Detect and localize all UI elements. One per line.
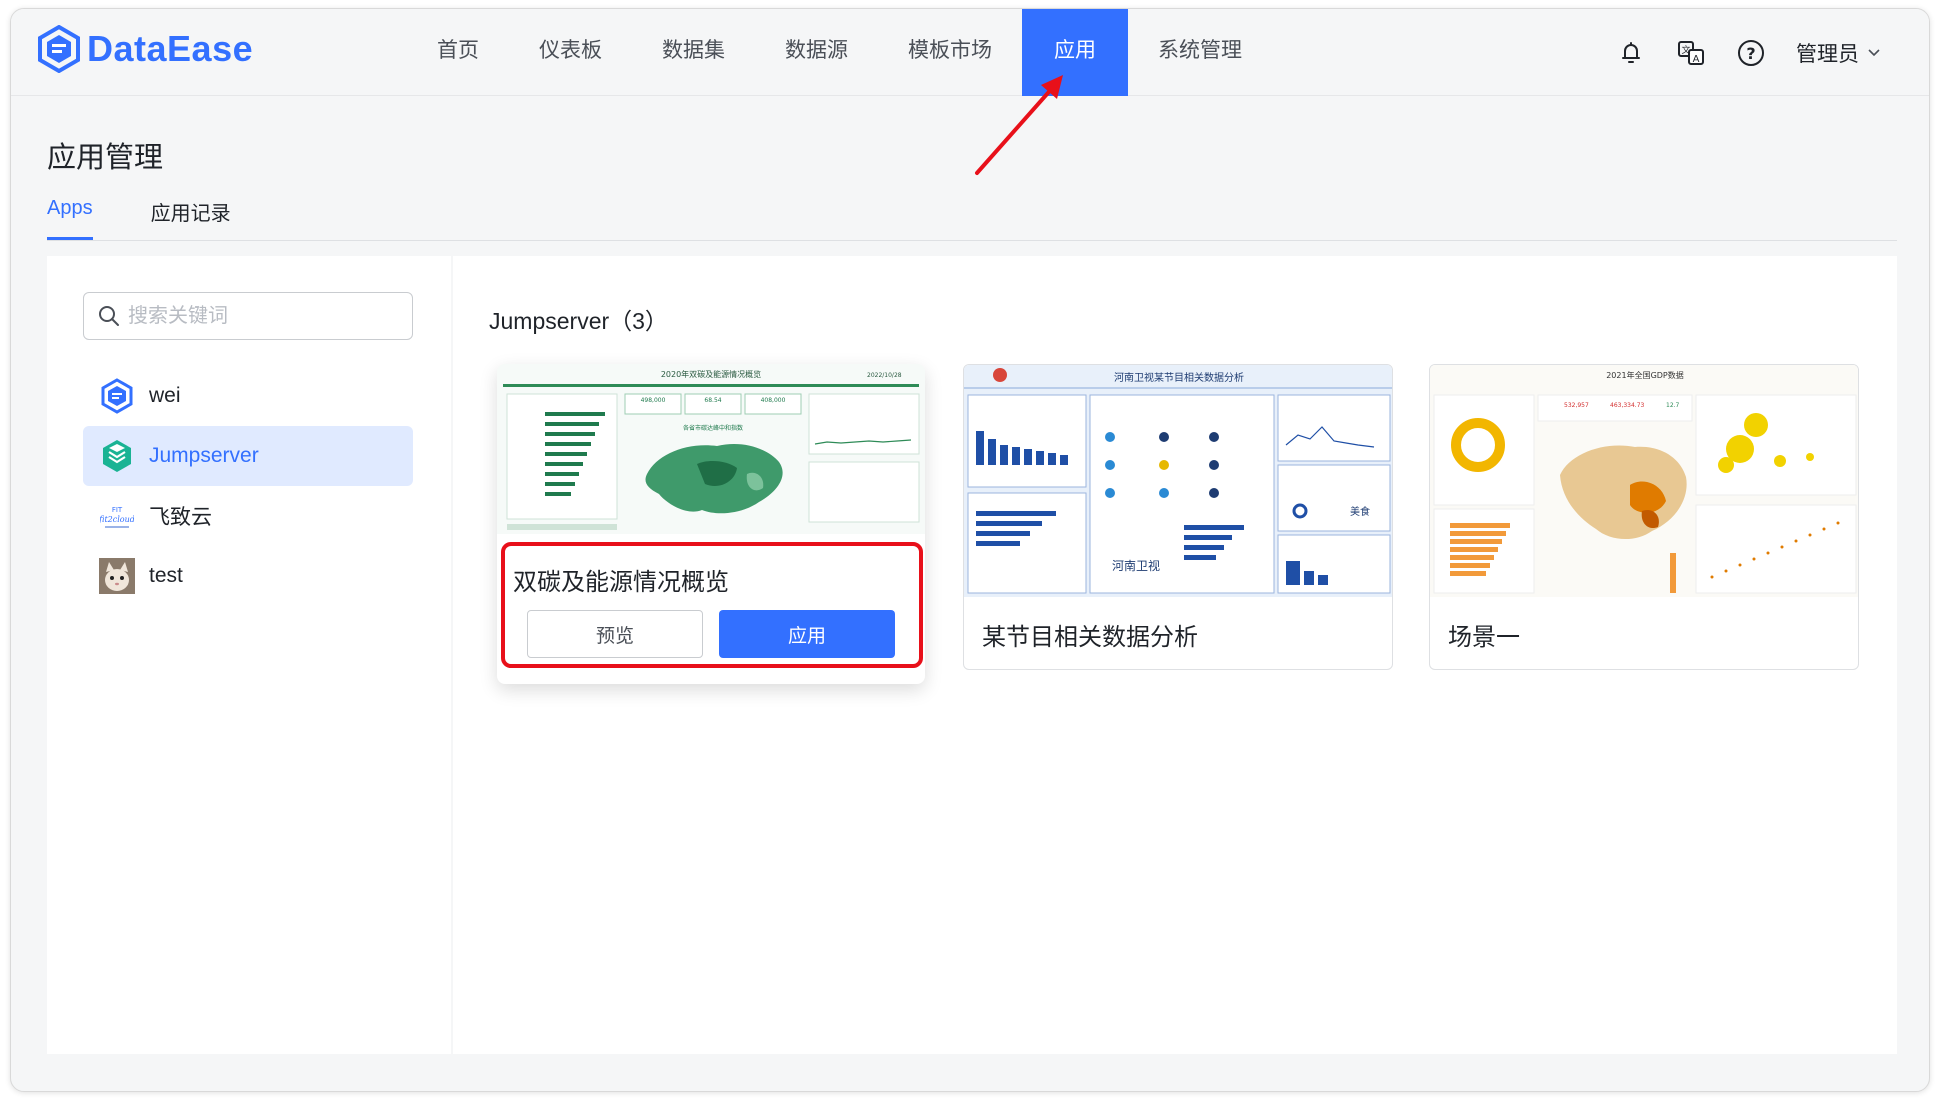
page-title: 应用管理 [47, 142, 164, 174]
thumb-text: 美食 [1350, 505, 1370, 518]
tab-apps[interactable]: Apps [47, 191, 93, 240]
thumb-stat: 532,957 [1564, 402, 1589, 409]
main-nav: 首页 仪表板 数据集 数据源 模板市场 应用 系统管理 [407, 9, 1272, 96]
preview-button[interactable]: 预览 [527, 610, 703, 658]
svg-text:fit2cloud: fit2cloud [100, 515, 134, 524]
nav-home[interactable]: 首页 [407, 9, 509, 96]
thumb-stat: 68.54 [704, 397, 721, 404]
thumb-date: 2022/10/28 [867, 372, 902, 379]
thumb-stat: 498,000 [641, 397, 666, 404]
thumb-title: 2021年全国GDP数据 [1606, 370, 1684, 380]
dataease-logo-icon [38, 25, 80, 73]
template-card-scene[interactable]: 2021年全国GDP数据 532,957 463,334.73 12.7 场景一 [1429, 364, 1859, 670]
template-card-program[interactable]: 河南卫视某节目相关数据分析 河南卫视 美食 某节目相关数据分析 [963, 364, 1393, 670]
card-name: 某节目相关数据分析 [982, 624, 1198, 651]
sidebar-item-label: test [149, 564, 183, 587]
nav-datasource[interactable]: 数据源 [755, 9, 878, 96]
tab-app-records[interactable]: 应用记录 [151, 191, 231, 240]
language-switch-icon[interactable]: A文 [1676, 38, 1706, 68]
page-tabs: Apps 应用记录 [47, 191, 1897, 241]
thumb-stat: 408,000 [761, 397, 786, 404]
chevron-down-icon [1868, 48, 1880, 56]
nav-dataset[interactable]: 数据集 [632, 9, 755, 96]
sidebar-item-test[interactable]: test [83, 546, 413, 606]
logo[interactable]: DataEase [37, 25, 253, 73]
template-content: Jumpserver（3） 2020年双碳及能源情况概览 2022/10/28 [453, 256, 1897, 1054]
apply-button[interactable]: 应用 [719, 610, 895, 658]
cat-avatar-icon [99, 558, 135, 594]
nav-dashboard[interactable]: 仪表板 [509, 9, 632, 96]
app-list: wei Jumpserver FIT fit2cloud 飞致云 test [83, 366, 413, 606]
card-name: 场景一 [1448, 624, 1520, 651]
search-box[interactable] [83, 292, 413, 340]
app-sidebar: wei Jumpserver FITfit2cloud 飞致云 test [47, 256, 451, 1054]
thumb-stat: 12.7 [1666, 402, 1680, 409]
header-tools: A文 ? 管理员 [1616, 9, 1881, 96]
svg-text:A: A [1693, 54, 1700, 65]
section-title: Jumpserver（3） [489, 308, 668, 334]
svg-text:文: 文 [1681, 44, 1690, 56]
nav-system-settings[interactable]: 系统管理 [1128, 9, 1272, 96]
thumb-text: 河南卫视 [1112, 558, 1160, 573]
sidebar-item-fit2cloud[interactable]: FIT fit2cloud 飞致云 [83, 486, 413, 546]
fit2cloud-logo-icon: FIT fit2cloud [99, 498, 135, 534]
top-navigation-bar: DataEase 首页 仪表板 数据集 数据源 模板市场 应用 系统管理 A文 … [11, 9, 1929, 96]
thumb-title: 河南卫视某节目相关数据分析 [1114, 371, 1244, 384]
user-name: 管理员 [1796, 42, 1859, 66]
help-icon[interactable]: ? [1736, 38, 1766, 68]
logo-text: DataEase [87, 28, 254, 69]
sidebar-item-label: 飞致云 [149, 506, 212, 529]
search-input[interactable] [128, 304, 388, 328]
thumb-title: 2020年双碳及能源情况概览 [661, 369, 761, 379]
thumb-map-title: 各省市碳达峰中和指数 [683, 424, 743, 432]
user-menu[interactable]: 管理员 [1796, 38, 1881, 68]
jumpserver-logo-icon [99, 438, 135, 474]
annotation-arrow-icon [975, 75, 1063, 175]
template-thumbnail: 2020年双碳及能源情况概览 2022/10/28 498,000 68.54 … [497, 364, 925, 534]
card-name: 双碳及能源情况概览 [513, 569, 729, 596]
app-window: DataEase 首页 仪表板 数据集 数据源 模板市场 应用 系统管理 A文 … [10, 8, 1930, 1092]
sidebar-item-label: Jumpserver [149, 444, 259, 467]
dataease-logo-icon [99, 378, 135, 414]
svg-text:?: ? [1746, 44, 1755, 63]
sidebar-item-wei[interactable]: wei [83, 366, 413, 426]
sidebar-item-label: wei [149, 384, 181, 407]
template-thumbnail: 2021年全国GDP数据 532,957 463,334.73 12.7 [1430, 365, 1858, 597]
template-card-carbon[interactable]: 2020年双碳及能源情况概览 2022/10/28 498,000 68.54 … [497, 364, 925, 684]
thumb-stat: 463,334.73 [1610, 402, 1645, 409]
svg-text:FIT: FIT [112, 506, 123, 514]
template-thumbnail: 河南卫视某节目相关数据分析 河南卫视 美食 [964, 365, 1392, 597]
search-icon [99, 306, 119, 326]
notification-bell-icon[interactable] [1616, 38, 1646, 68]
sidebar-item-jumpserver[interactable]: Jumpserver [83, 426, 413, 486]
